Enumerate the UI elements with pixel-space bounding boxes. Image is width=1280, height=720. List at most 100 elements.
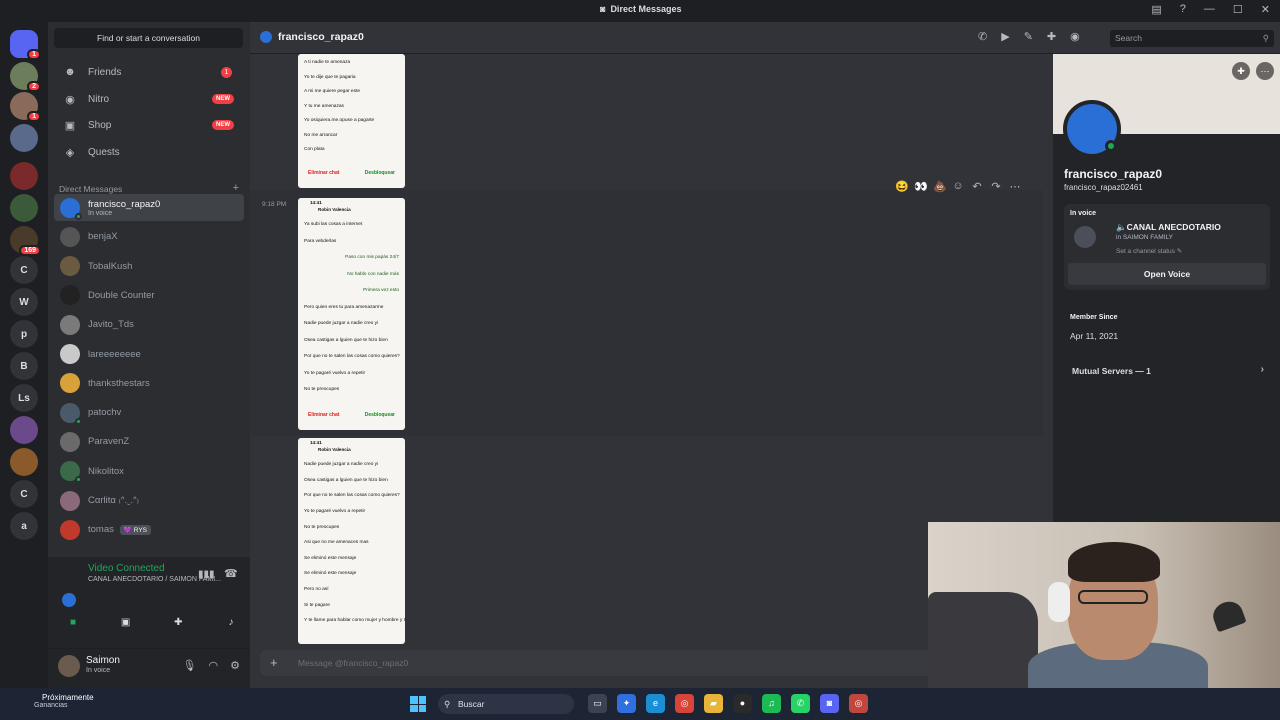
reaction-emoji[interactable]: 😆 bbox=[895, 180, 909, 193]
image-text-line: A ti nadie te amenaza bbox=[304, 60, 351, 65]
server-icon[interactable]: 169 bbox=[10, 226, 41, 256]
obs-icon[interactable]: ● bbox=[733, 694, 752, 713]
maximize-button[interactable]: ☐ bbox=[1233, 3, 1243, 16]
server-icon[interactable]: 1 bbox=[10, 92, 41, 122]
dm-item[interactable]: Nikolitox bbox=[54, 458, 244, 485]
attach-icon[interactable]: + bbox=[270, 655, 278, 670]
dm-item[interactable]: ParavenZ bbox=[54, 428, 244, 455]
dm-item[interactable]: patochv bbox=[54, 399, 244, 426]
activities-icon[interactable]: ✚ bbox=[167, 617, 189, 635]
profile-toggle-icon[interactable]: ◉ bbox=[1070, 30, 1080, 43]
nav-quests[interactable]: ◈ Quests bbox=[56, 140, 242, 164]
add-friends-icon[interactable]: ✚ bbox=[1047, 30, 1056, 43]
forward-icon[interactable]: ↷ bbox=[990, 180, 1002, 193]
server-icon[interactable] bbox=[10, 162, 38, 190]
chat-image-attachment[interactable]: 14:41 Robin Valencia Ya subi las cosas a i… bbox=[298, 198, 405, 430]
server-icon[interactable] bbox=[10, 416, 38, 444]
dm-item[interactable]: Javito_Tds bbox=[54, 311, 244, 338]
nav-shop[interactable]: ▣ Shop NEW bbox=[56, 113, 242, 137]
pinned-icon[interactable]: ✎ bbox=[1024, 30, 1033, 43]
nav-badge: NEW bbox=[212, 120, 234, 130]
server-icon[interactable] bbox=[10, 448, 38, 476]
disconnect-icon[interactable]: ☎ bbox=[224, 567, 238, 580]
file-explorer-icon[interactable]: ▰ bbox=[704, 694, 723, 713]
server-icon[interactable]: a bbox=[10, 512, 38, 540]
reply-icon[interactable]: ↶ bbox=[971, 180, 983, 193]
camera-icon[interactable]: ■ bbox=[62, 617, 84, 635]
edge-icon[interactable]: e bbox=[646, 694, 665, 713]
voice-user-avatar[interactable] bbox=[62, 593, 76, 607]
spotify-icon[interactable]: ♫ bbox=[762, 694, 781, 713]
chat-image-attachment[interactable]: A ti nadie te amenaza Yo te dije que te p… bbox=[298, 54, 405, 188]
user-controls: 🎙 ◠ ⚙ bbox=[183, 659, 240, 672]
reaction-emoji[interactable]: 👀 bbox=[914, 180, 928, 193]
set-channel-status[interactable]: Set a channel status ✎ bbox=[1116, 247, 1182, 255]
more-icon[interactable]: ⋯ bbox=[1256, 62, 1274, 80]
close-button[interactable]: ✕ bbox=[1261, 3, 1270, 16]
dm-item[interactable]: Double Counter bbox=[54, 282, 244, 309]
voice-channel-name[interactable]: 🔈CANAL ANECDOTARIO bbox=[1116, 222, 1221, 233]
copilot-icon[interactable]: ✦ bbox=[617, 694, 636, 713]
profile-actions: ✚ ⋯ bbox=[1232, 62, 1274, 80]
discord-icon[interactable]: ◙ bbox=[820, 694, 839, 713]
open-voice-button[interactable]: Open Voice bbox=[1068, 263, 1266, 285]
video-call-icon[interactable]: ▶ bbox=[1001, 30, 1009, 43]
server-icon[interactable] bbox=[10, 194, 38, 222]
reaction-emoji[interactable]: 💩 bbox=[933, 180, 947, 193]
minimize-button[interactable]: — bbox=[1204, 3, 1215, 16]
server-icon[interactable]: W bbox=[10, 288, 38, 316]
message-input[interactable]: Message @francisco_rapaz0 bbox=[298, 658, 408, 668]
weather-widget[interactable]: Próximamente Ganancias bbox=[16, 693, 94, 709]
taskbar-search[interactable]: ⚲ Buscar bbox=[438, 694, 574, 714]
avatar bbox=[60, 490, 80, 511]
find-conversation-button[interactable]: Find or start a conversation bbox=[54, 28, 243, 48]
chrome-icon[interactable]: ◎ bbox=[675, 694, 694, 713]
webcam-overlay bbox=[928, 522, 1280, 688]
dm-item[interactable]: francisco_rapaz0 In voice bbox=[54, 194, 244, 221]
chrome-icon[interactable]: ◎ bbox=[849, 694, 868, 713]
screen-share-icon[interactable]: ▣ bbox=[115, 617, 137, 635]
nav-friends[interactable]: ☻ Friends 1 bbox=[56, 60, 242, 84]
settings-icon[interactable]: ⚙ bbox=[230, 659, 240, 672]
soundboard-icon[interactable]: ♪ bbox=[220, 617, 242, 635]
server-icon[interactable]: 2 bbox=[10, 62, 41, 92]
whatsapp-icon[interactable]: ✆ bbox=[791, 694, 810, 713]
server-icon[interactable]: B bbox=[10, 352, 38, 380]
dm-item[interactable]: Cαrlitα ₍ᐢ.ˬ.ᐢ₎ bbox=[54, 487, 244, 514]
task-view-icon[interactable]: ▭ bbox=[588, 694, 607, 713]
server-icon[interactable]: C bbox=[10, 480, 38, 508]
microphone-icon[interactable]: 🎙 bbox=[183, 659, 197, 672]
search-input[interactable]: Search ⚲ bbox=[1110, 30, 1274, 47]
chat-image-attachment[interactable]: 14:41 Robin Valencia Nadie puede juzgar a … bbox=[298, 438, 405, 644]
nav-nitro[interactable]: ◉ Nitro NEW bbox=[56, 87, 242, 111]
server-icon[interactable]: C bbox=[10, 256, 38, 284]
inbox-icon[interactable]: ▤ bbox=[1151, 3, 1161, 16]
dm-item[interactable]: thanksthestars bbox=[54, 370, 244, 397]
dm-item[interactable]: tomas 💜 RYS bbox=[54, 516, 244, 543]
server-icon[interactable]: p bbox=[10, 320, 38, 348]
headphones-icon[interactable]: ◠ bbox=[209, 659, 219, 672]
discord-home-icon[interactable]: 1 bbox=[10, 30, 41, 60]
create-dm-icon[interactable]: + bbox=[233, 182, 239, 194]
in-voice-card: In voice 🔈CANAL ANECDOTARIO in SAIMON FA… bbox=[1064, 204, 1270, 290]
message-composer[interactable]: + Message @francisco_rapaz0 bbox=[260, 650, 1043, 676]
dm-item[interactable]: lareeeeeeee bbox=[54, 341, 244, 368]
more-icon[interactable]: ⋯ bbox=[1009, 180, 1021, 193]
voice-call-icon[interactable]: ✆ bbox=[978, 30, 987, 43]
dm-item[interactable]: TobalKush bbox=[54, 253, 244, 280]
mutual-servers-button[interactable]: Mutual Servers — 1 › bbox=[1064, 364, 1270, 382]
server-icon[interactable] bbox=[10, 124, 38, 152]
signal-icon[interactable]: ▮▮▮ bbox=[198, 569, 215, 580]
user-name[interactable]: Saimon bbox=[86, 655, 120, 666]
dm-item[interactable]: benjaX bbox=[54, 223, 244, 250]
add-reaction-icon[interactable]: ☺ bbox=[952, 180, 964, 193]
server-icon[interactable]: Ls bbox=[10, 384, 38, 412]
profile-avatar[interactable] bbox=[1063, 100, 1121, 158]
server-icon bbox=[1074, 226, 1096, 248]
avatar[interactable] bbox=[58, 655, 80, 677]
help-icon[interactable]: ? bbox=[1180, 3, 1186, 16]
server-label: Ls bbox=[18, 392, 30, 404]
windows-start-icon[interactable] bbox=[410, 696, 426, 712]
add-friend-icon[interactable]: ✚ bbox=[1232, 62, 1250, 80]
avatar bbox=[60, 519, 80, 540]
